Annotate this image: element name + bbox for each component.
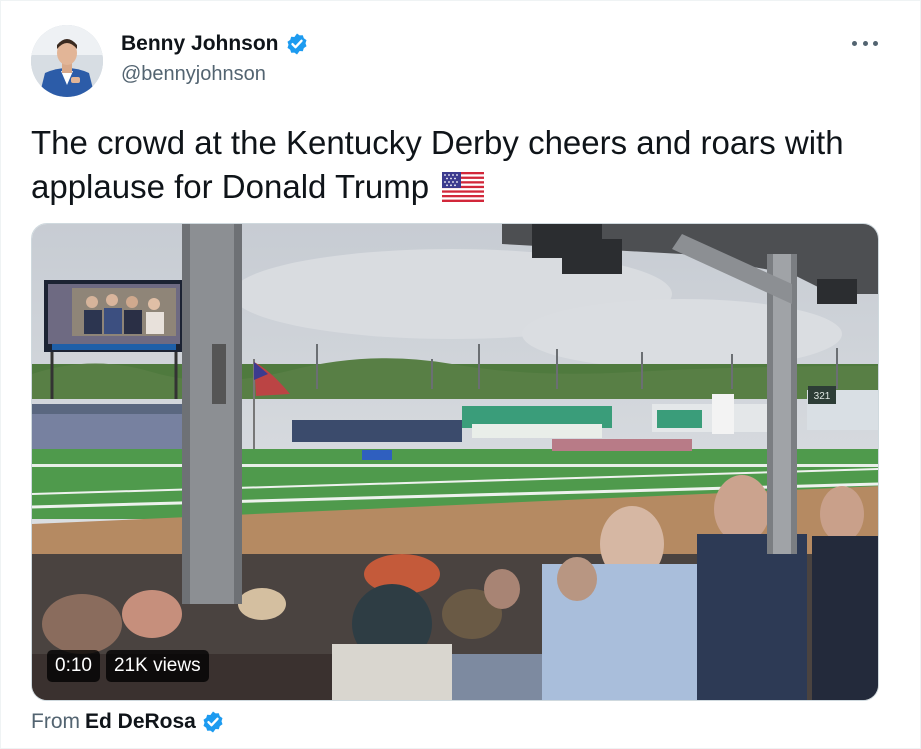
attribution-label: From	[31, 710, 80, 733]
tweet-body: The crowd at the Kentucky Derby cheers a…	[31, 124, 844, 205]
tweet-text: The crowd at the Kentucky Derby cheers a…	[31, 121, 871, 213]
more-options-icon[interactable]	[852, 31, 878, 55]
tweet-card: Benny Johnson @bennyjohnson The crowd at…	[0, 0, 921, 749]
avatar-image	[31, 25, 103, 97]
author-handle[interactable]: @bennyjohnson	[121, 63, 266, 86]
video-badges: 0:10 21K views	[47, 650, 209, 682]
avatar[interactable]	[31, 25, 103, 97]
attribution-source-link[interactable]: Ed DeRosa	[85, 710, 196, 734]
author-name-row[interactable]: Benny Johnson	[121, 32, 309, 56]
video-player[interactable]: 321	[31, 223, 879, 701]
author-display-name[interactable]: Benny Johnson	[121, 32, 279, 56]
video-attribution: From Ed DeRosa	[31, 710, 225, 734]
video-thumbnail: 321	[32, 224, 878, 700]
dot-icon	[862, 40, 868, 46]
verified-badge-icon	[201, 710, 225, 734]
dot-icon	[852, 40, 857, 46]
us-flag-icon	[442, 169, 485, 213]
video-views: 21K views	[105, 650, 209, 682]
video-duration: 0:10	[47, 650, 100, 682]
verified-badge-icon	[285, 32, 309, 56]
dot-icon	[873, 40, 878, 46]
scoreboard-number: 321	[814, 391, 831, 402]
